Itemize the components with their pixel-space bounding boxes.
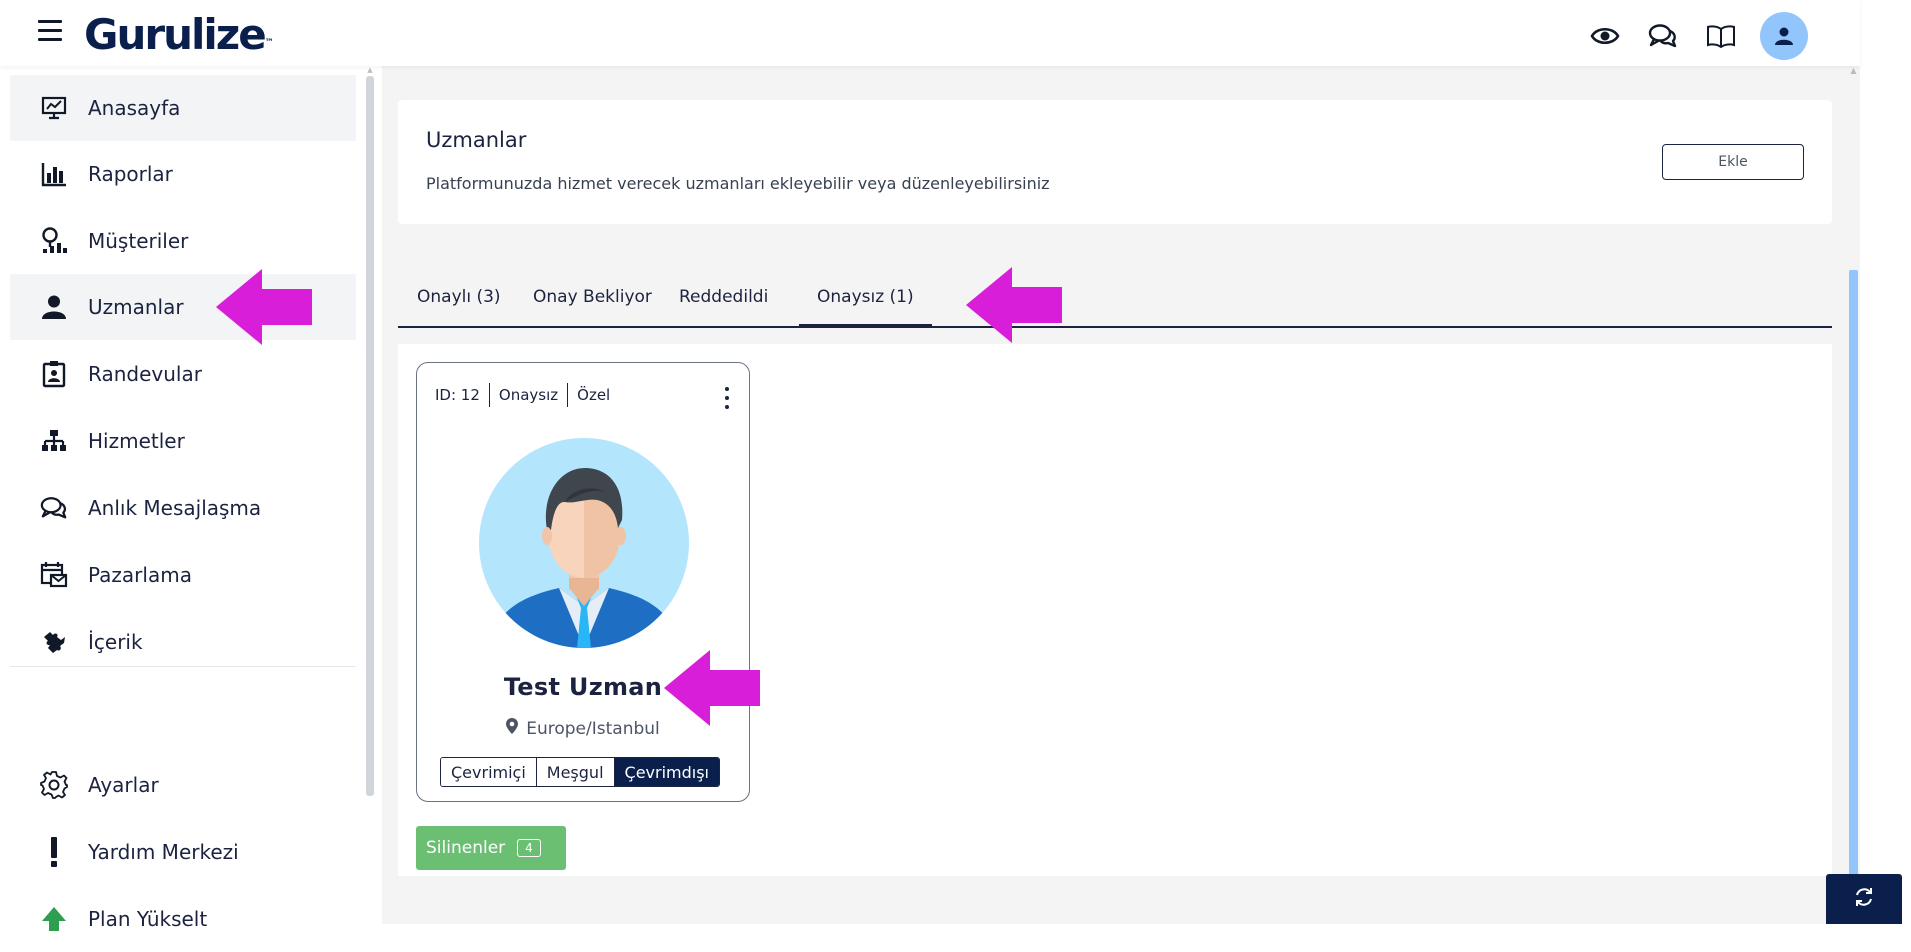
sidebar-item-label: Randevular	[88, 362, 202, 386]
app-logo[interactable]: Gurulize™	[84, 8, 274, 62]
sidebar-item-label: Pazarlama	[88, 563, 192, 587]
chat-icon[interactable]	[1644, 17, 1682, 55]
sidebar-item-label: Hizmetler	[88, 429, 185, 453]
deleted-count-badge: 4	[517, 839, 541, 857]
annotation-arrow-icon	[216, 269, 312, 345]
sidebar-item-label: Ayarlar	[88, 773, 159, 797]
sidebar-scrollbar[interactable]	[366, 76, 374, 796]
tab-onay-bekliyor[interactable]: Onay Bekliyor	[533, 282, 652, 326]
main-content: Uzmanlar Platformunuzda hizmet verecek u…	[382, 66, 1860, 924]
clipboard-id-icon	[38, 358, 70, 390]
meta-divider	[567, 383, 569, 407]
expert-approval-status: Onaysız	[498, 386, 559, 404]
status-busy-button[interactable]: Meşgul	[536, 758, 615, 786]
annotation-arrow-icon	[966, 267, 1062, 343]
status-tabs: Onaylı (3) Onay Bekliyor Reddedildi Onay…	[398, 270, 1832, 328]
exclamation-icon	[38, 836, 70, 868]
logo-trademark: ™	[264, 38, 274, 48]
main-scrollbar[interactable]	[1849, 270, 1858, 890]
experts-list-panel: ID: 12 Onaysız Özel Test Uzman Europe/Is…	[398, 344, 1832, 876]
sidebar-divider	[10, 666, 356, 667]
meta-divider	[488, 383, 490, 407]
expert-avatar	[479, 438, 689, 648]
tab-onayli[interactable]: Onaylı (3)	[417, 282, 501, 326]
upgrade-arrow-icon	[38, 903, 70, 935]
sidebar-item-yardim-merkezi[interactable]: Yardım Merkezi	[10, 819, 356, 885]
gear-icon	[38, 769, 70, 801]
sidebar-item-musteriler[interactable]: Müşteriler	[10, 208, 356, 274]
refresh-button[interactable]	[1826, 874, 1902, 924]
map-pin-icon	[506, 718, 519, 739]
expert-location-text: Europe/Istanbul	[526, 718, 660, 739]
logo-text: Gurulize	[84, 10, 267, 59]
sitemap-icon	[38, 425, 70, 457]
hamburger-menu-icon[interactable]	[38, 20, 62, 42]
availability-status-toggle: Çevrimiçi Meşgul Çevrimdışı	[440, 757, 720, 787]
expert-id: ID: 12	[435, 386, 480, 404]
status-offline-button[interactable]: Çevrimdışı	[614, 758, 719, 786]
sidebar-item-anasayfa[interactable]: Anasayfa	[10, 75, 356, 141]
refresh-icon	[1853, 886, 1875, 912]
eye-icon[interactable]	[1586, 17, 1624, 55]
more-options-icon[interactable]	[723, 387, 731, 409]
sidebar-item-pazarlama[interactable]: Pazarlama	[10, 542, 356, 608]
sidebar-item-randevular[interactable]: Randevular	[10, 341, 356, 407]
page-title: Uzmanlar	[426, 128, 527, 152]
sidebar-item-ayarlar[interactable]: Ayarlar	[10, 752, 356, 818]
annotation-arrow-icon	[664, 650, 760, 726]
expert-meta: ID: 12 Onaysız Özel	[435, 383, 610, 407]
tab-onaysiz[interactable]: Onaysız (1)	[799, 282, 932, 328]
sidebar-item-label: Anasayfa	[88, 96, 181, 120]
sidebar-item-hizmetler[interactable]: Hizmetler	[10, 408, 356, 474]
sidebar-item-label: İçerik	[88, 630, 143, 654]
status-online-button[interactable]: Çevrimiçi	[441, 758, 537, 786]
chat-icon	[38, 492, 70, 524]
page-header-card: Uzmanlar Platformunuzda hizmet verecek u…	[398, 100, 1832, 224]
sidebar-item-label: Uzmanlar	[88, 295, 184, 319]
top-bar: Gurulize™	[0, 0, 1860, 66]
expert-card[interactable]: ID: 12 Onaysız Özel Test Uzman Europe/Is…	[416, 362, 750, 802]
deleted-experts-button[interactable]: Silinenler 4	[416, 826, 566, 870]
presentation-chart-icon	[38, 92, 70, 124]
puzzle-icon	[38, 626, 70, 658]
user-avatar-icon[interactable]	[1760, 12, 1808, 60]
page-subtitle: Platformunuzda hizmet verecek uzmanları …	[426, 174, 1050, 193]
main-scroll-up-icon[interactable]: ▲	[1849, 66, 1858, 80]
bar-chart-icon	[38, 158, 70, 190]
calendar-mail-icon	[38, 559, 70, 591]
sidebar-scroll-up-icon[interactable]: ▲	[366, 66, 374, 76]
sidebar-item-anlik-mesajlasma[interactable]: Anlık Mesajlaşma	[10, 475, 356, 541]
sidebar-item-label: Plan Yükselt	[88, 907, 208, 931]
customers-icon	[38, 225, 70, 257]
sidebar-item-label: Raporlar	[88, 162, 173, 186]
sidebar-item-plan-yukselt[interactable]: Plan Yükselt	[10, 886, 356, 952]
sidebar-item-label: Yardım Merkezi	[88, 840, 239, 864]
add-expert-button[interactable]: Ekle	[1662, 144, 1804, 180]
tab-reddedildi[interactable]: Reddedildi	[679, 282, 768, 326]
deleted-label: Silinenler	[426, 838, 506, 858]
sidebar-item-label: Müşteriler	[88, 229, 189, 253]
sidebar-item-label: Anlık Mesajlaşma	[88, 496, 262, 520]
user-icon	[38, 291, 70, 323]
sidebar-item-raporlar[interactable]: Raporlar	[10, 141, 356, 207]
expert-type: Özel	[577, 386, 611, 404]
book-icon[interactable]	[1702, 17, 1740, 55]
